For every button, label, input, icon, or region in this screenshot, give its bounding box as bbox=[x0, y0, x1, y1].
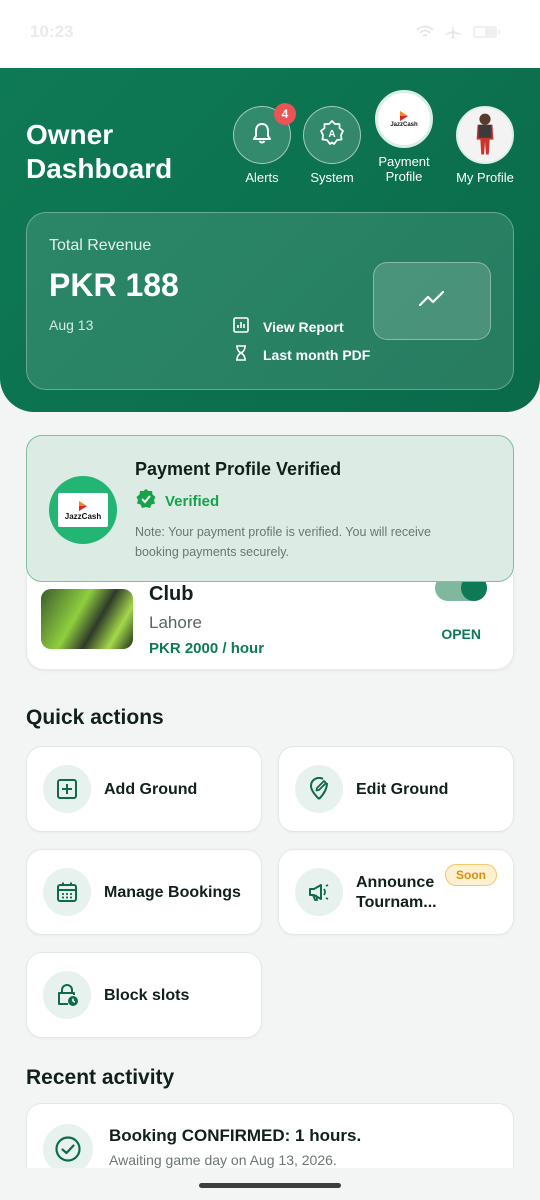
ground-status: OPEN bbox=[441, 626, 481, 642]
plus-square-icon bbox=[43, 765, 91, 813]
announce-tournament-button[interactable]: Announce Tournam... Soon bbox=[278, 849, 514, 935]
revenue-amount: PKR 188 bbox=[49, 267, 179, 303]
trend-button[interactable] bbox=[373, 262, 491, 340]
check-circle-icon bbox=[43, 1124, 93, 1174]
verified-note: Note: Your payment profile is verified. … bbox=[135, 525, 431, 559]
status-icons bbox=[416, 24, 502, 45]
status-time: 10:23 bbox=[30, 22, 74, 41]
svg-text:A: A bbox=[328, 129, 335, 140]
avatar bbox=[456, 106, 514, 164]
revenue-card: Total Revenue PKR 188 Aug 13 View Report… bbox=[26, 212, 514, 390]
block-slots-button[interactable]: Block slots bbox=[26, 952, 262, 1038]
verified-title: Payment Profile Verified bbox=[135, 459, 342, 479]
ground-image bbox=[41, 589, 133, 649]
admin-badge-icon: A bbox=[318, 119, 346, 152]
verified-status: Verified bbox=[135, 488, 219, 514]
dashboard-header: Owner Dashboard 4 Alerts A System JazzCa… bbox=[0, 68, 540, 412]
last-month-pdf-link[interactable]: Last month PDF bbox=[233, 345, 370, 364]
hourglass-icon bbox=[233, 345, 249, 364]
alerts-badge: 4 bbox=[274, 103, 296, 125]
bar-chart-icon bbox=[233, 317, 249, 336]
home-indicator[interactable] bbox=[199, 1183, 341, 1188]
verified-check-icon bbox=[135, 488, 157, 514]
ground-city: Lahore bbox=[149, 613, 202, 632]
payment-profile-button[interactable]: JazzCash Payment Profile bbox=[375, 90, 433, 184]
quick-actions-title: Quick actions bbox=[26, 706, 164, 729]
edit-ground-button[interactable]: Edit Ground bbox=[278, 746, 514, 832]
my-profile-label: My Profile bbox=[456, 170, 514, 185]
revenue-label: Total Revenue bbox=[49, 237, 152, 254]
view-report-link[interactable]: View Report bbox=[233, 317, 344, 336]
activity-title: Booking CONFIRMED: 1 hours. bbox=[109, 1126, 362, 1145]
status-bar: 10:23 bbox=[0, 0, 540, 68]
manage-bookings-button[interactable]: Manage Bookings bbox=[26, 849, 262, 935]
airplane-icon bbox=[444, 24, 462, 45]
revenue-date: Aug 13 bbox=[49, 317, 94, 333]
add-ground-button[interactable]: Add Ground bbox=[26, 746, 262, 832]
wifi-icon bbox=[416, 25, 434, 44]
activity-subtitle: Awaiting game day on Aug 13, 2026. bbox=[109, 1152, 337, 1168]
payment-verified-card: JazzCash Payment Profile Verified Verifi… bbox=[26, 435, 514, 582]
bell-icon bbox=[251, 121, 273, 150]
gesture-bar bbox=[0, 1168, 540, 1200]
page-title: Owner Dashboard bbox=[26, 119, 173, 184]
soon-badge: Soon bbox=[445, 864, 497, 886]
lock-clock-icon bbox=[43, 971, 91, 1019]
jazzcash-logo: JazzCash bbox=[49, 476, 117, 544]
ground-price: PKR 2000 / hour bbox=[149, 640, 265, 657]
trending-up-icon bbox=[418, 289, 446, 314]
battery-icon bbox=[472, 24, 502, 45]
recent-activity-title: Recent activity bbox=[26, 1066, 175, 1089]
my-profile-button[interactable]: My Profile bbox=[456, 106, 514, 185]
system-button[interactable]: A System bbox=[303, 106, 361, 185]
ground-name: Club bbox=[149, 583, 194, 605]
megaphone-icon bbox=[295, 868, 343, 916]
calendar-icon bbox=[43, 868, 91, 916]
edit-location-icon bbox=[295, 765, 343, 813]
jazzcash-logo: JazzCash bbox=[375, 90, 433, 148]
